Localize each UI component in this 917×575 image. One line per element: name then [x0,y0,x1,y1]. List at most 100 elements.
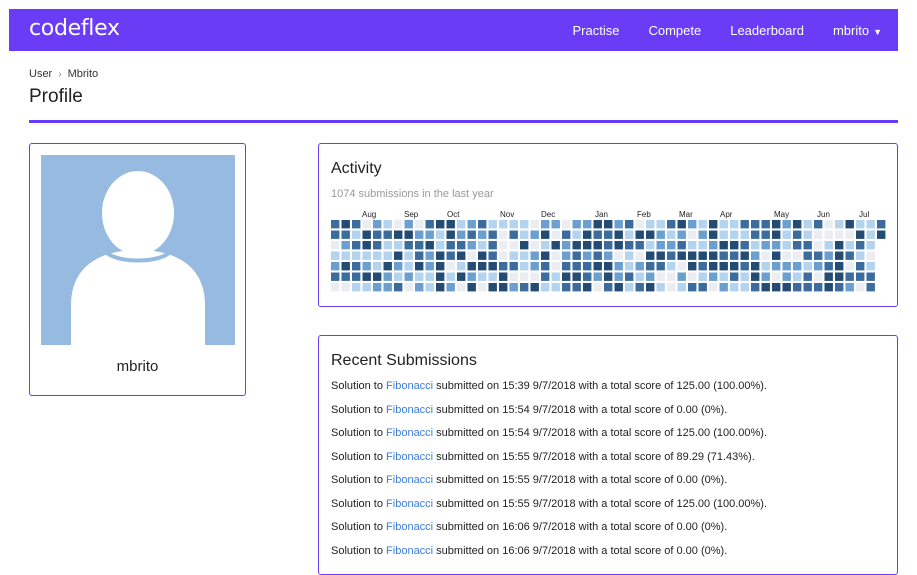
activity-cell [425,230,434,239]
problem-link[interactable]: Fibonacci [386,380,433,392]
activity-cell [772,262,781,271]
nav-link-practise[interactable]: Practise [573,23,620,38]
problem-link[interactable]: Fibonacci [386,404,433,416]
activity-cell [698,272,707,281]
activity-cell [383,262,392,271]
activity-cell [646,230,655,239]
submission-row: Solution to Fibonacci submitted on 16:06… [331,545,767,569]
activity-cell [593,262,602,271]
activity-cell [635,283,644,292]
activity-cell [583,283,592,292]
submission-prefix: Solution to [331,380,387,392]
submission-details: submitted on 15:55 9/7/2018 with a total… [433,474,728,486]
activity-cell [467,230,476,239]
activity-cell [604,262,613,271]
activity-cell [677,251,686,260]
activity-cell [803,241,812,250]
problem-link[interactable]: Fibonacci [386,498,433,510]
activity-cell [499,230,508,239]
nav-link-compete[interactable]: Compete [648,23,701,38]
breadcrumb-separator: › [58,69,62,80]
activity-cell [415,272,424,281]
activity-cell [373,220,382,229]
activity-cell [877,220,886,229]
problem-link[interactable]: Fibonacci [386,545,433,557]
activity-cell [856,272,865,281]
activity-cell [824,230,833,239]
submission-details: submitted on 15:39 9/7/2018 with a total… [433,380,768,392]
activity-cell [499,241,508,250]
activity-cell [593,220,602,229]
activity-cell [866,283,875,292]
activity-cell [572,241,581,250]
activity-cell [719,220,728,229]
activity-cell [541,220,550,229]
submission-details: submitted on 15:54 9/7/2018 with a total… [433,403,728,416]
activity-cell [551,251,560,260]
activity-cell [688,283,697,292]
activity-cell [730,241,739,250]
activity-cell [583,251,592,260]
activity-cell [814,230,823,239]
activity-cell [467,262,476,271]
problem-link[interactable]: Fibonacci [386,451,433,463]
submission-list: Solution to Fibonacci submitted on 15:39… [331,380,767,568]
activity-cell [824,241,833,250]
activity-cell [656,251,665,260]
activity-cell [761,241,770,250]
activity-cell [457,262,466,271]
activity-cell [793,241,802,250]
submission-prefix: Solution to [331,403,387,416]
activity-cell [436,230,445,239]
activity-cell [383,220,392,229]
submission-details: submitted on 16:06 9/7/2018 with a total… [433,521,728,533]
activity-cell [866,262,875,271]
activity-cell [614,251,623,260]
activity-cell [604,272,613,281]
activity-cell [478,262,487,271]
activity-cell [499,283,508,292]
activity-cell [583,272,592,281]
submission-prefix: Solution to [331,450,387,463]
problem-link[interactable]: Fibonacci [386,427,433,439]
activity-cell [803,272,812,281]
activity-cell [856,230,865,239]
activity-cell [446,283,455,292]
activity-cell [583,241,592,250]
activity-cell [646,272,655,281]
activity-cell [814,272,823,281]
activity-cell [688,230,697,239]
activity-cell [394,220,403,229]
activity-cell [761,251,770,260]
activity-cell [572,220,581,229]
activity-cell [373,283,382,292]
activity-cell [835,230,844,239]
activity-cell [341,272,350,281]
problem-link[interactable]: Fibonacci [386,521,433,533]
avatar [41,155,235,345]
activity-cell [530,272,539,281]
submission-prefix: Solution to [331,544,387,557]
activity-cell [782,272,791,281]
activity-cell [478,241,487,250]
brand-logo[interactable]: codeflex [29,15,120,43]
activity-cell [730,262,739,271]
activity-cell [803,220,812,229]
activity-cell [394,272,403,281]
user-menu-label: mbrito [832,22,870,38]
activity-cell [814,220,823,229]
activity-cell [824,272,833,281]
activity-cell [499,251,508,260]
activity-cell [677,272,686,281]
activity-cell [593,283,602,292]
activity-cell [751,241,760,250]
activity-cell [845,283,854,292]
nav-links: Practise Compete Leaderboard mbrito ▼ [544,9,883,51]
user-menu-toggle[interactable]: mbrito ▼ [833,23,882,38]
problem-link[interactable]: Fibonacci [386,474,433,486]
activity-cell [646,220,655,229]
nav-link-leaderboard[interactable]: Leaderboard [730,23,804,38]
activity-cell [709,283,718,292]
activity-cell [530,251,539,260]
breadcrumb-user[interactable]: User [29,68,52,80]
